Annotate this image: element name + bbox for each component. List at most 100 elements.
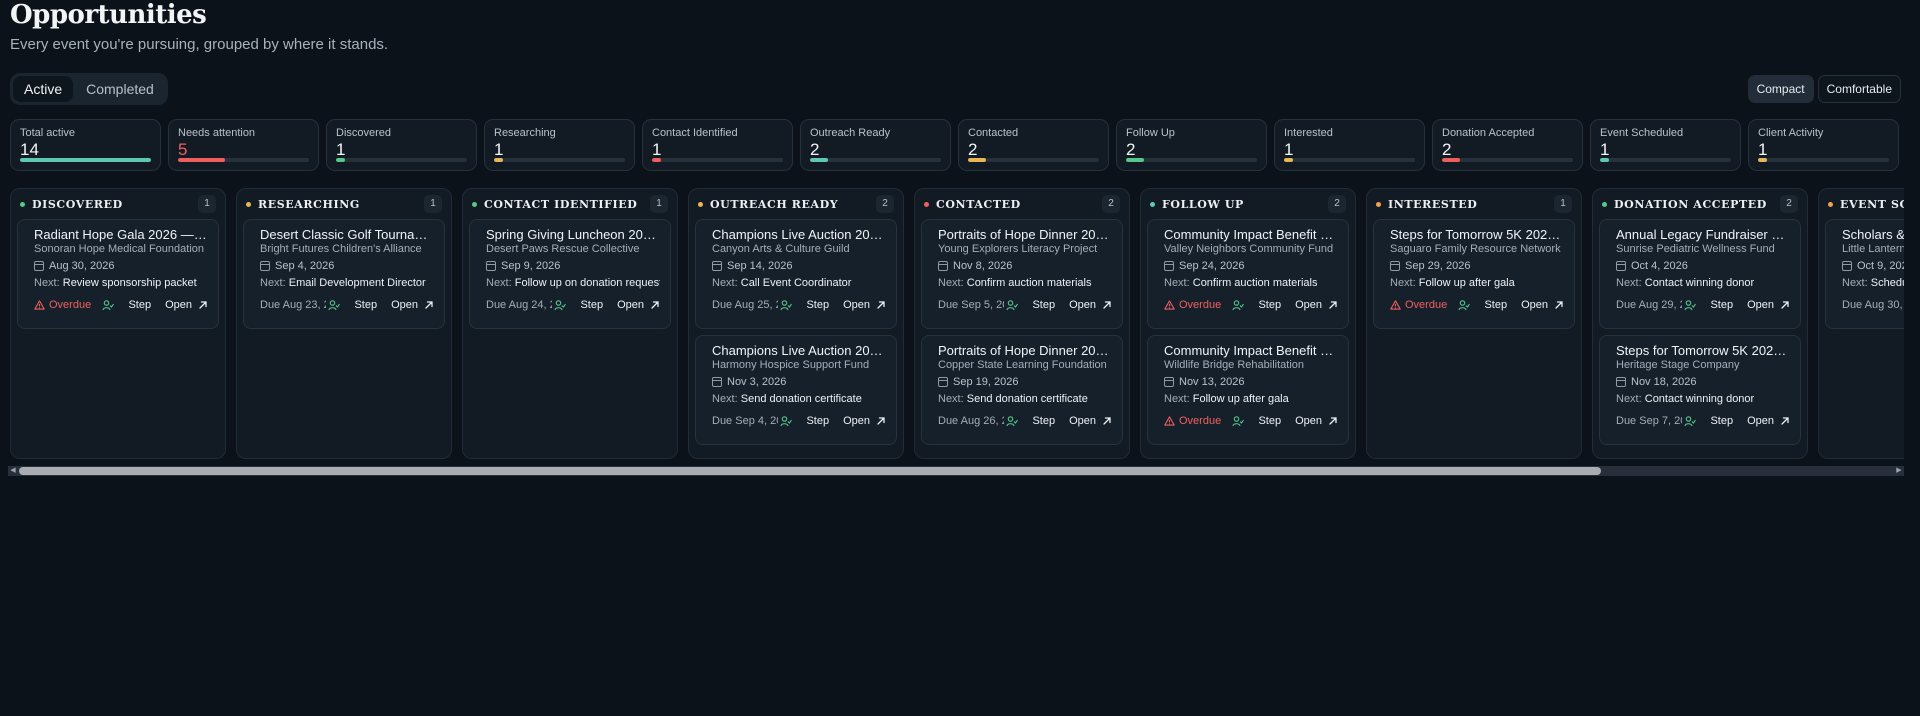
status-text: Due Aug 29, 2 [1616, 299, 1683, 311]
opportunity-card[interactable]: Annual Legacy Fundraiser 2026 …Sunrise P… [1599, 219, 1801, 329]
stat-value: 1 [494, 140, 504, 159]
card-event-date: Sep 24, 2026 [1164, 260, 1338, 272]
opportunity-card[interactable]: Champions Live Auction 2026 … Harmony Hos… [695, 335, 897, 445]
due-date-status: Due Aug 29, 2 [1616, 299, 1682, 311]
card-title: Annual Legacy Fundraiser 2026 … [1616, 227, 1790, 242]
open-label: Open [1295, 299, 1322, 311]
opportunity-card[interactable]: Steps for Tomorrow 5K 2026 — …Heritage S… [1599, 335, 1801, 445]
external-arrow-icon [877, 417, 885, 425]
horizontal-scrollbar[interactable]: ◀ ▶ [8, 466, 1904, 476]
opportunity-card[interactable]: Radiant Hope Gala 2026 — 2026 Sonoran Hop… [17, 219, 219, 329]
step-button[interactable]: Step [806, 299, 829, 311]
step-button[interactable]: Step [806, 415, 829, 427]
calendar-icon [1164, 377, 1174, 387]
event-date-text: Aug 30, 2026 [49, 260, 115, 272]
tab-active[interactable]: Active [13, 76, 74, 102]
open-button[interactable]: Open [843, 415, 886, 427]
scroll-left-icon[interactable]: ◀ [8, 466, 18, 476]
assign-person-icon [328, 300, 341, 311]
open-button[interactable]: Open [617, 299, 660, 311]
kanban-column: CONTACTED 2 Portraits of Hope Dinner 2026 … [914, 188, 1130, 459]
open-button[interactable]: Open [165, 299, 208, 311]
stat-value: 2 [810, 140, 820, 159]
stat-label: Total active [20, 127, 76, 139]
card-title: Desert Classic Golf Tournament… [260, 227, 434, 242]
stage-dot-icon [1828, 201, 1833, 207]
opportunity-card[interactable]: Community Impact Benefit 202… Wildlife Br… [1147, 335, 1349, 445]
column-header: CONTACT IDENTIFIED 1 [463, 189, 677, 219]
card-event-date: Nov 3, 2026 [712, 376, 886, 388]
scroll-right-icon[interactable]: ▶ [1894, 466, 1904, 476]
step-button[interactable]: Step [1258, 299, 1281, 311]
card-event-date: Sep 14, 2026 [712, 260, 886, 272]
card-next-step: Next: Schedule [1842, 277, 1904, 289]
opportunity-card[interactable]: Desert Classic Golf Tournament…Bright Fu… [243, 219, 445, 329]
step-button[interactable]: Step [1258, 415, 1281, 427]
opportunity-card[interactable]: Portraits of Hope Dinner 2026 … Young Exp… [921, 219, 1123, 329]
step-button[interactable]: Step [1710, 299, 1733, 311]
stat-card: Total active 14 [10, 119, 161, 171]
stat-label: Outreach Ready [810, 127, 891, 139]
scrollbar-thumb[interactable] [19, 467, 1601, 475]
card-title: Steps for Tomorrow 5K 2026 — … [1616, 343, 1790, 358]
card-title: Portraits of Hope Dinner 2026 … [938, 343, 1112, 358]
step-button[interactable]: Step [1032, 299, 1055, 311]
opportunity-card[interactable]: Steps for Tomorrow 5K 2026 — …Saguaro Fa… [1373, 219, 1575, 329]
opportunity-card[interactable]: Community Impact Benefit 202… Valley Neig… [1147, 219, 1349, 329]
step-button[interactable]: Step [1710, 415, 1733, 427]
calendar-icon [1616, 261, 1626, 271]
step-button[interactable]: Step [128, 299, 151, 311]
open-button[interactable]: Open [1069, 415, 1112, 427]
status-text: Due Sep 5, 20 [938, 299, 1005, 311]
stat-card: Discovered 1 [326, 119, 477, 171]
opportunity-card[interactable]: Champions Live Auction 2026 … Canyon Arts… [695, 219, 897, 329]
open-button[interactable]: Open [1295, 299, 1338, 311]
column-title: INTERESTED [1388, 197, 1478, 211]
stat-label: Contacted [968, 127, 1019, 139]
calendar-icon [486, 261, 496, 271]
card-event-date: Sep 9, 2026 [486, 260, 660, 272]
card-next-step: Next: Send donation certificate [938, 393, 1112, 405]
open-button[interactable]: Open [1295, 415, 1338, 427]
card-next-step: Next: Call Event Coordinator [712, 277, 886, 289]
status-text: Due Aug 26, 2 [938, 415, 1005, 427]
event-date-text: Sep 4, 2026 [275, 260, 335, 272]
tab-completed[interactable]: Completed [75, 76, 165, 102]
column-count-badge: 1 [198, 195, 216, 213]
card-organization: Wildlife Bridge Rehabilitation [1164, 359, 1305, 371]
status-tabs: Active Completed [10, 73, 168, 105]
step-button[interactable]: Step [580, 299, 603, 311]
stat-value: 2 [1126, 140, 1136, 159]
step-button[interactable]: Step [1032, 415, 1055, 427]
event-date-text: Nov 13, 2026 [1179, 376, 1245, 388]
open-button[interactable]: Open [843, 299, 886, 311]
calendar-icon [1164, 261, 1174, 271]
opportunity-card[interactable]: Scholars & Sp…Little Lantern Youth Oct 9,… [1825, 219, 1904, 329]
open-button[interactable]: Open [1747, 299, 1790, 311]
next-step-text: Call Event Coordinator [740, 277, 852, 289]
opportunity-card[interactable]: Portraits of Hope Dinner 2026 … Copper St… [921, 335, 1123, 445]
step-button[interactable]: Step [354, 299, 377, 311]
compact-button[interactable]: Compact [1747, 75, 1814, 103]
card-next-step: Next: Review sponsorship packet [34, 277, 208, 289]
event-date-text: Sep 9, 2026 [501, 260, 561, 272]
open-button[interactable]: Open [1521, 299, 1564, 311]
comfortable-button[interactable]: Comfortable [1817, 75, 1901, 103]
open-button[interactable]: Open [1069, 299, 1112, 311]
open-button[interactable]: Open [391, 299, 434, 311]
due-date-status: Due Aug 30, 2 [1842, 299, 1904, 311]
open-label: Open [391, 299, 418, 311]
next-step-text: Confirm auction materials [1192, 277, 1318, 289]
stat-progress-fill [20, 158, 151, 162]
step-button[interactable]: Step [1484, 299, 1507, 311]
stat-progress-track [20, 158, 151, 162]
open-label: Open [1295, 415, 1322, 427]
assign-person-icon [1232, 300, 1245, 311]
stat-progress-fill [810, 158, 829, 162]
card-event-date: Nov 8, 2026 [938, 260, 1112, 272]
status-text: Due Aug 23, 2 [260, 299, 327, 311]
card-event-date: Nov 13, 2026 [1164, 376, 1338, 388]
open-button[interactable]: Open [1747, 415, 1790, 427]
opportunity-card[interactable]: Spring Giving Luncheon 2026 … Desert Paws… [469, 219, 671, 329]
calendar-icon [34, 261, 44, 271]
